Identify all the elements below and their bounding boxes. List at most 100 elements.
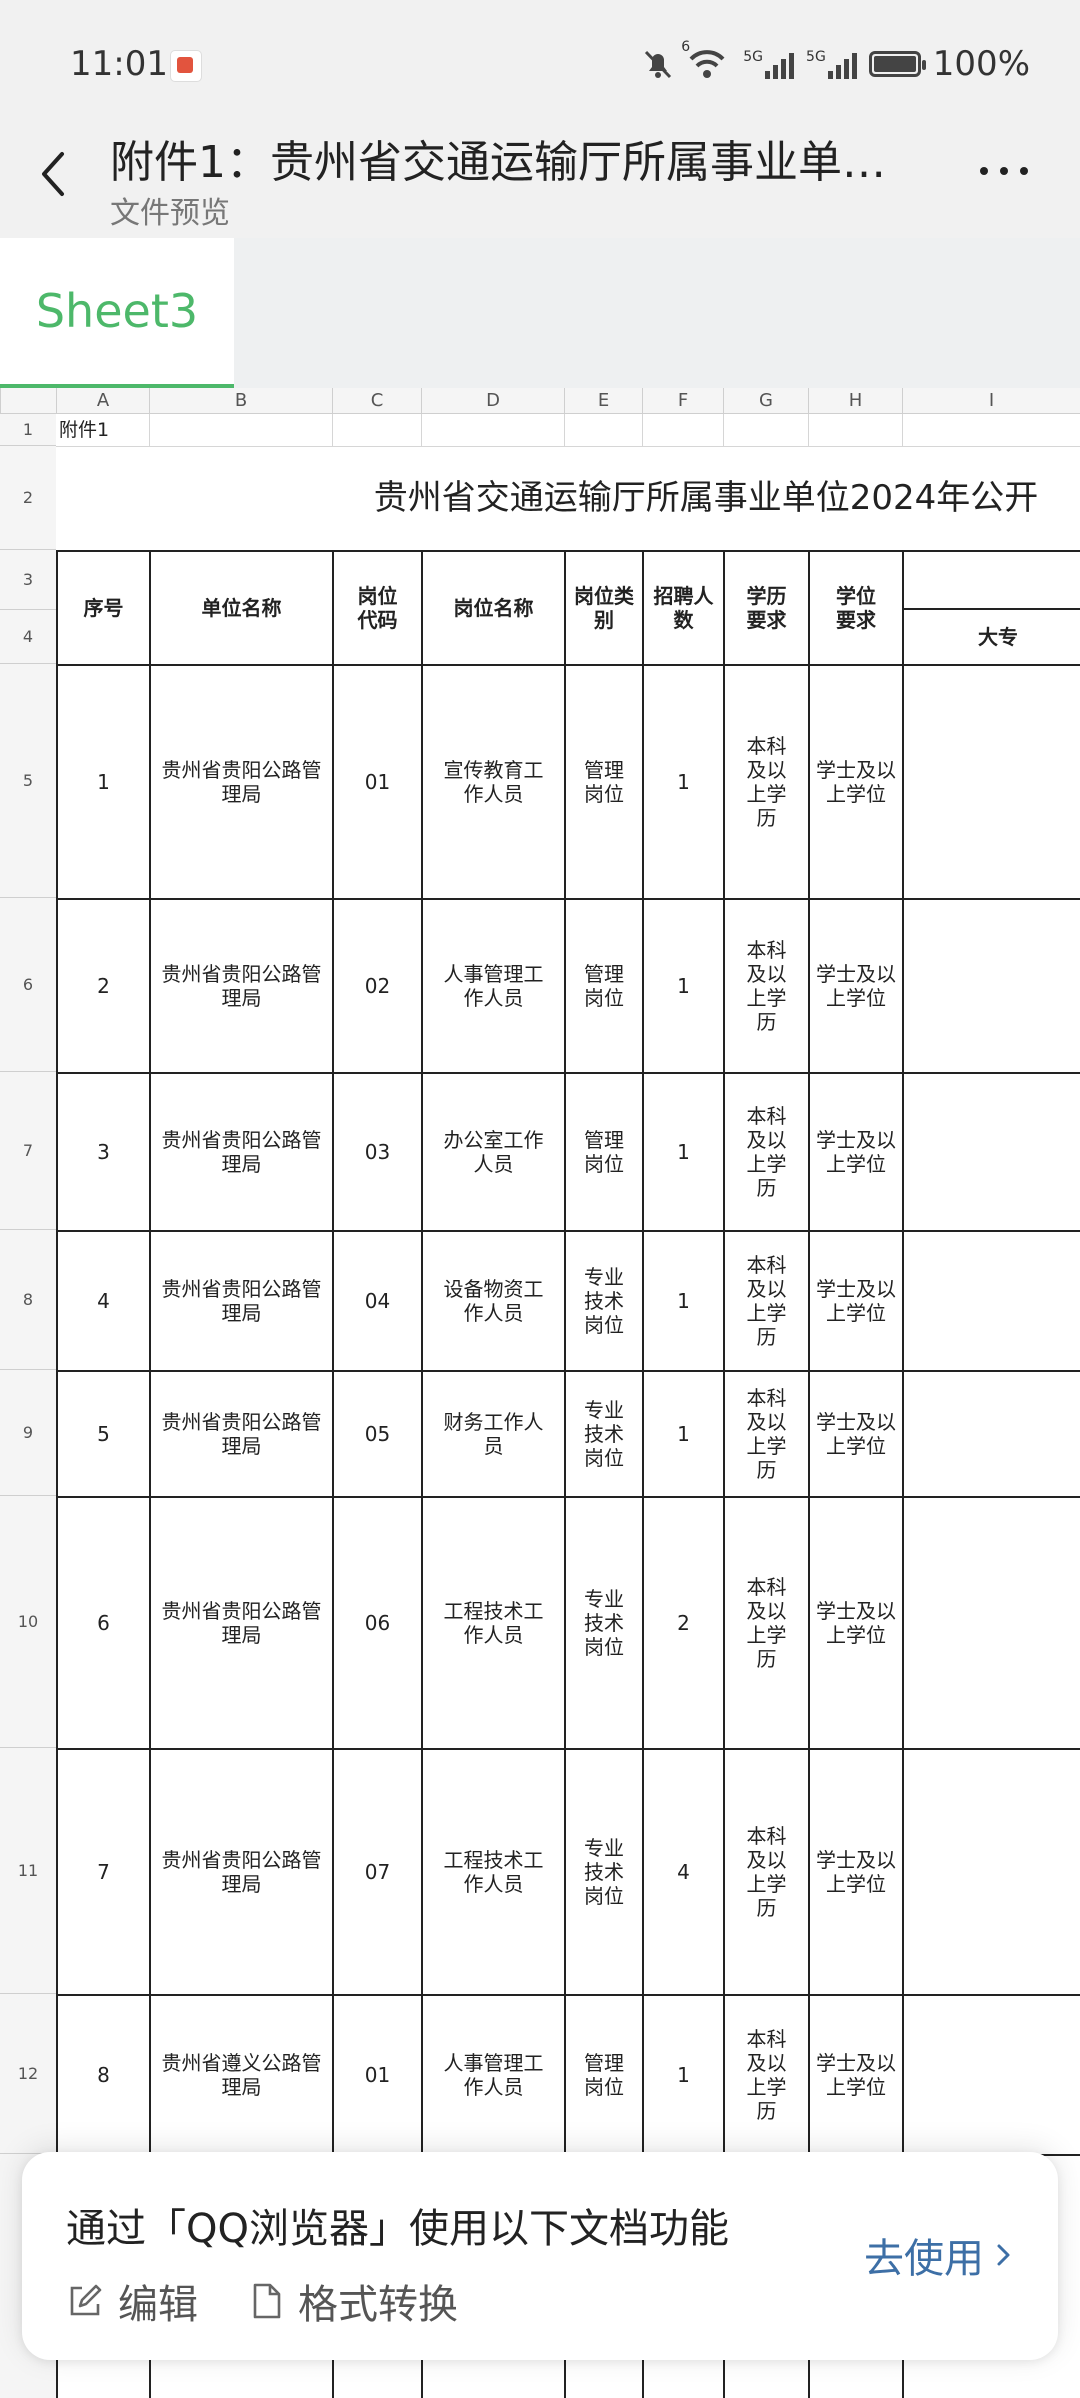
cell-seq[interactable]: 3	[56, 1072, 149, 1230]
column-header-d[interactable]: D	[421, 388, 564, 414]
row-header[interactable]: 1	[0, 414, 56, 446]
column-header-f[interactable]: F	[642, 388, 723, 414]
header-category[interactable]: 岗位类别	[564, 550, 642, 664]
cell-category[interactable]: 管理岗位	[564, 1072, 642, 1230]
cell-degree[interactable]: 学士及以上学位	[808, 664, 902, 898]
cell-count[interactable]: 1	[642, 664, 723, 898]
header-seq[interactable]: 序号	[56, 550, 149, 664]
row-header[interactable]: 2	[0, 446, 56, 550]
header-code[interactable]: 岗位代码	[332, 550, 421, 664]
cell-unit[interactable]: 贵州省贵阳公路管理局	[149, 1072, 332, 1230]
row-header[interactable]: 8	[0, 1230, 56, 1370]
cell-a1[interactable]: 附件1	[56, 414, 149, 446]
cell-degree[interactable]: 学士及以上学位	[808, 1496, 902, 1748]
cell-category[interactable]: 专业技术岗位	[564, 1748, 642, 1994]
cell-major[interactable]	[902, 1370, 1080, 1496]
cell-category[interactable]: 专业技术岗位	[564, 1496, 642, 1748]
cell-code[interactable]: 05	[332, 1370, 421, 1496]
cell-unit[interactable]: 贵州省贵阳公路管理局	[149, 898, 332, 1072]
column-header-e[interactable]: E	[564, 388, 642, 414]
cell-education[interactable]: 本科及以上学历	[723, 1496, 808, 1748]
cell-seq[interactable]: 8	[56, 1994, 149, 2154]
row-header[interactable]: 5	[0, 664, 56, 898]
cell-post[interactable]: 人事管理工作人员	[421, 898, 564, 1072]
cell-degree[interactable]: 学士及以上学位	[808, 1994, 902, 2154]
cell-degree[interactable]: 学士及以上学位	[808, 898, 902, 1072]
cell-major[interactable]	[902, 1230, 1080, 1370]
header-major-group[interactable]	[902, 550, 1080, 610]
header-post[interactable]: 岗位名称	[421, 550, 564, 664]
header-education[interactable]: 学历要求	[723, 550, 808, 664]
header-unit[interactable]: 单位名称	[149, 550, 332, 664]
column-header-g[interactable]: G	[723, 388, 808, 414]
cell-count[interactable]: 1	[642, 1370, 723, 1496]
row-header[interactable]: 4	[0, 610, 56, 664]
cell-education[interactable]: 本科及以上学历	[723, 664, 808, 898]
go-use-button[interactable]: 去使用	[864, 2226, 1014, 2284]
cell-count[interactable]: 1	[642, 1072, 723, 1230]
cell-category[interactable]: 管理岗位	[564, 664, 642, 898]
spreadsheet-grid[interactable]: A B C D E F G H I 1 2 3 4 5 6 7 8 9 10 1…	[0, 388, 1080, 2398]
cell-seq[interactable]: 4	[56, 1230, 149, 1370]
format-convert-option[interactable]: 格式转换	[250, 2272, 458, 2330]
cell-post[interactable]: 设备物资工作人员	[421, 1230, 564, 1370]
row-header[interactable]: 12	[0, 1994, 56, 2154]
cell-post[interactable]: 人事管理工作人员	[421, 1994, 564, 2154]
cell-category[interactable]: 管理岗位	[564, 898, 642, 1072]
row-header[interactable]: 11	[0, 1748, 56, 1994]
cell-degree[interactable]: 学士及以上学位	[808, 1072, 902, 1230]
cell-code[interactable]: 06	[332, 1496, 421, 1748]
sheet-title-cell[interactable]: 贵州省交通运输厅所属事业单位2024年公开	[56, 446, 1080, 550]
cell-count[interactable]: 4	[642, 1748, 723, 1994]
row-header[interactable]: 7	[0, 1072, 56, 1230]
cell-education[interactable]: 本科及以上学历	[723, 898, 808, 1072]
cell-major[interactable]	[902, 1748, 1080, 1994]
cell-post[interactable]: 财务工作人员	[421, 1370, 564, 1496]
cell-code[interactable]: 04	[332, 1230, 421, 1370]
cell-degree[interactable]: 学士及以上学位	[808, 1230, 902, 1370]
cell-count[interactable]: 1	[642, 1994, 723, 2154]
tab-sheet3[interactable]: Sheet3	[0, 238, 234, 388]
cell-major[interactable]	[902, 1072, 1080, 1230]
cell-seq[interactable]: 7	[56, 1748, 149, 1994]
column-header-i[interactable]: I	[902, 388, 1080, 414]
cell-seq[interactable]: 5	[56, 1370, 149, 1496]
cell-unit[interactable]: 贵州省贵阳公路管理局	[149, 1370, 332, 1496]
cell-major[interactable]	[902, 1496, 1080, 1748]
cell-code[interactable]: 01	[332, 1994, 421, 2154]
cell-count[interactable]: 2	[642, 1496, 723, 1748]
cell-code[interactable]: 03	[332, 1072, 421, 1230]
cell-degree[interactable]: 学士及以上学位	[808, 1370, 902, 1496]
cell-degree[interactable]: 学士及以上学位	[808, 1748, 902, 1994]
cell-category[interactable]: 专业技术岗位	[564, 1230, 642, 1370]
cell-post[interactable]: 工程技术工作人员	[421, 1748, 564, 1994]
header-count[interactable]: 招聘人数	[642, 550, 723, 664]
cell-post[interactable]: 宣传教育工作人员	[421, 664, 564, 898]
cell-count[interactable]: 1	[642, 898, 723, 1072]
back-arrow-icon[interactable]	[30, 144, 80, 204]
row-header[interactable]: 9	[0, 1370, 56, 1496]
cell-seq[interactable]: 6	[56, 1496, 149, 1748]
column-header-a[interactable]: A	[56, 388, 149, 414]
cell-category[interactable]: 专业技术岗位	[564, 1370, 642, 1496]
edit-option[interactable]: 编辑	[66, 2272, 198, 2330]
cell-education[interactable]: 本科及以上学历	[723, 1072, 808, 1230]
column-header-c[interactable]: C	[332, 388, 421, 414]
cell-major[interactable]	[902, 1994, 1080, 2154]
cell-education[interactable]: 本科及以上学历	[723, 1994, 808, 2154]
cell-education[interactable]: 本科及以上学历	[723, 1230, 808, 1370]
cell-code[interactable]: 01	[332, 664, 421, 898]
more-options-icon[interactable]	[980, 156, 1040, 186]
row-header[interactable]: 10	[0, 1496, 56, 1748]
cell-unit[interactable]: 贵州省遵义公路管理局	[149, 1994, 332, 2154]
column-header-b[interactable]: B	[149, 388, 332, 414]
cell-major[interactable]	[902, 664, 1080, 898]
cell-seq[interactable]: 2	[56, 898, 149, 1072]
cell-seq[interactable]: 1	[56, 664, 149, 898]
qq-browser-popup[interactable]: 通过「QQ浏览器」使用以下文档功能 编辑 格式转换 去使用	[22, 2152, 1058, 2360]
cell-post[interactable]: 工程技术工作人员	[421, 1496, 564, 1748]
cell-unit[interactable]: 贵州省贵阳公路管理局	[149, 1496, 332, 1748]
cell-education[interactable]: 本科及以上学历	[723, 1748, 808, 1994]
cell-code[interactable]: 02	[332, 898, 421, 1072]
cell-code[interactable]: 07	[332, 1748, 421, 1994]
